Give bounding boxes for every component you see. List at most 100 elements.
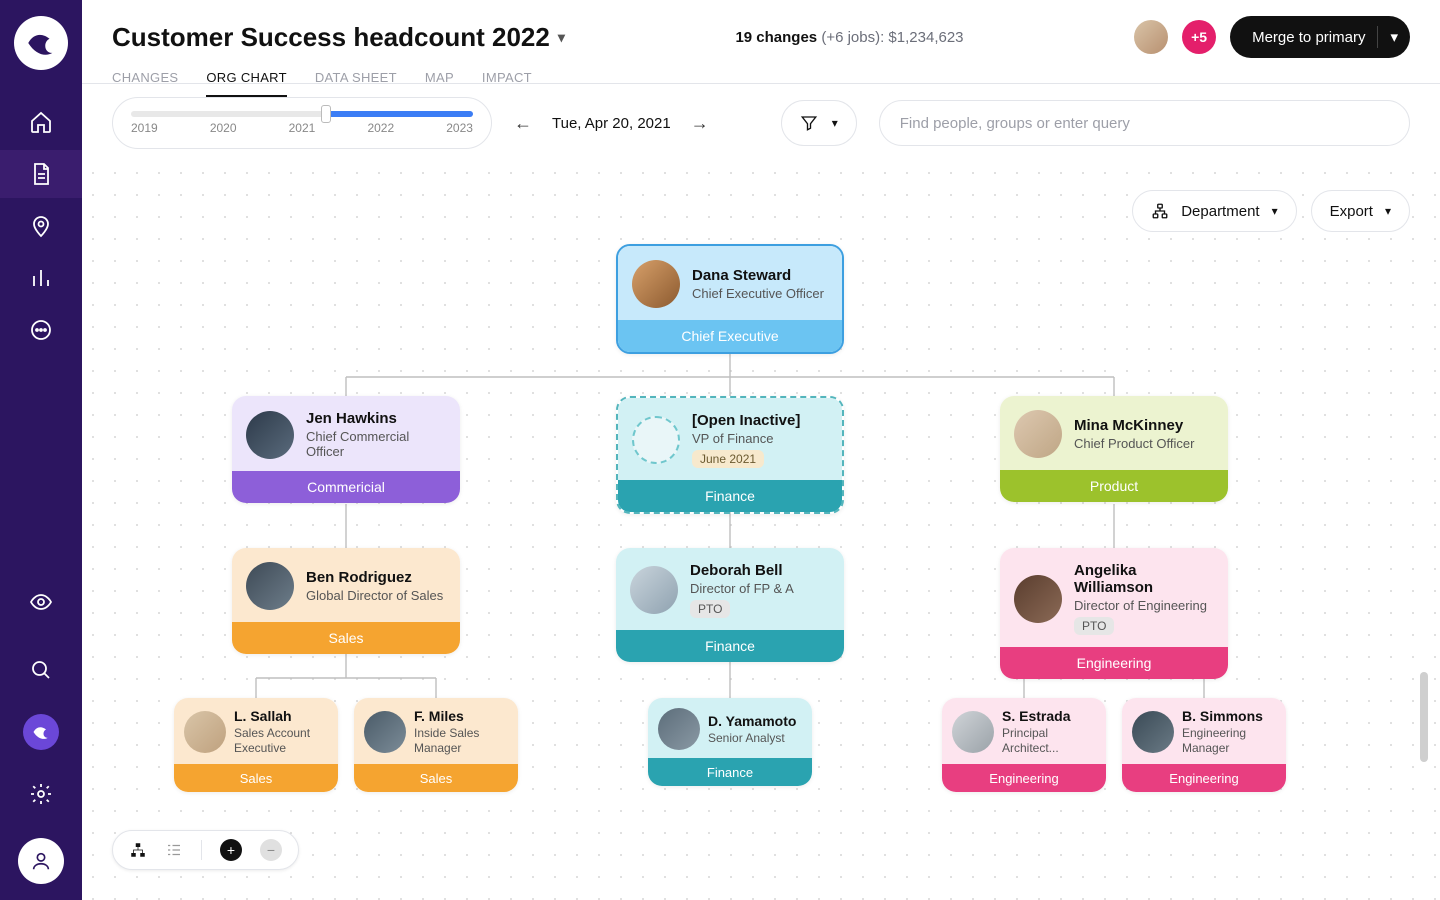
card-dir-eng[interactable]: Angelika Williamson Director of Engineer… [1000,548,1228,679]
zoom-out-button[interactable]: − [260,839,282,861]
card-cpo[interactable]: Mina McKinney Chief Product Officer Prod… [1000,396,1228,502]
nav-brand-badge[interactable] [23,714,59,750]
card-department: Engineering [942,764,1106,792]
chevron-down-icon: ▾ [1390,28,1398,46]
card-name: L. Sallah [234,708,328,724]
avatar [658,708,700,750]
avatar [364,711,406,753]
card-dir-sales[interactable]: Ben Rodriguez Global Director of Sales S… [232,548,460,654]
hierarchy-icon [1151,202,1169,220]
filter-button[interactable]: ▾ [781,100,857,146]
avatar-open [632,416,680,464]
merge-button[interactable]: Merge to primary ▾ [1230,16,1410,58]
bar-chart-icon [29,266,53,290]
tl-label: 2022 [367,121,394,135]
nav-search[interactable] [29,646,53,694]
search-icon [29,658,53,682]
card-department: Sales [354,764,518,792]
card-department: Finance [618,480,842,512]
card-department: Finance [616,630,844,662]
card-simmons[interactable]: B. Simmons Engineering Manager Engineeri… [1122,698,1286,792]
start-date-tag: June 2021 [692,450,764,468]
chevron-down-icon: ▾ [1272,204,1278,218]
funnel-icon [800,114,818,132]
card-cco[interactable]: Jen Hawkins Chief Commercial Officer Com… [232,396,460,503]
card-open-vp-finance[interactable]: [Open Inactive] VP of Finance June 2021 … [616,396,844,514]
avatar [1014,410,1062,458]
avatar [1132,711,1174,753]
timeline-slider[interactable]: 2019 2020 2021 2022 2023 [112,97,492,149]
list-view-icon[interactable] [165,841,183,859]
card-department: Sales [174,764,338,792]
card-ceo[interactable]: Dana Steward Chief Executive Officer Chi… [616,244,844,354]
zoom-in-button[interactable]: + [220,839,242,861]
eye-icon [29,590,53,614]
card-name: F. Miles [414,708,508,724]
card-role: Inside Sales Manager [414,726,508,756]
card-name: [Open Inactive] [692,412,828,429]
card-department: Engineering [1000,647,1228,679]
collaborator-avatar[interactable] [1134,20,1168,54]
card-name: Mina McKinney [1074,417,1214,434]
canvas-scrollbar[interactable] [1420,672,1428,762]
chevron-down-icon: ▾ [1385,204,1391,218]
card-estrada[interactable]: S. Estrada Principal Architect... Engine… [942,698,1106,792]
pto-tag: PTO [1074,617,1114,635]
tree-view-icon[interactable] [129,841,147,859]
card-department: Chief Executive [618,320,842,352]
nav-documents[interactable] [0,150,82,198]
nav-user-avatar[interactable] [18,838,64,884]
bird-small-icon [31,722,51,742]
card-sallah[interactable]: L. Sallah Sales Account Executive Sales [174,698,338,792]
chevron-down-icon: ▾ [832,116,838,130]
view-controls: + − [112,830,299,870]
card-department: Commericial [232,471,460,503]
pin-icon [29,214,53,238]
nav-analytics[interactable] [0,254,82,302]
collaborator-count-badge[interactable]: +5 [1182,20,1216,54]
card-role: Sales Account Executive [234,726,328,756]
nav-home[interactable] [0,98,82,146]
user-icon [30,850,52,872]
left-sidebar [0,0,82,900]
card-miles[interactable]: F. Miles Inside Sales Manager Sales [354,698,518,792]
current-date[interactable]: Tue, Apr 20, 2021 [552,115,671,132]
nav-location[interactable] [0,202,82,250]
nav-more[interactable] [0,306,82,354]
card-role: Chief Product Officer [1074,436,1214,451]
group-by-button[interactable]: Department ▾ [1132,190,1296,232]
card-dir-fpa[interactable]: Deborah Bell Director of FP & A PTO Fina… [616,548,844,662]
export-button[interactable]: Export ▾ [1311,190,1410,232]
date-prev-button[interactable]: ← [514,113,532,134]
avatar [630,566,678,614]
tl-label: 2023 [446,121,473,135]
card-name: Angelika Williamson [1074,562,1214,596]
card-role: Director of Engineering [1074,598,1214,613]
date-next-button[interactable]: → [691,113,709,134]
document-icon [29,162,53,186]
page-title[interactable]: Customer Success headcount 2022 ▾ [112,22,565,53]
toolbar: 2019 2020 2021 2022 2023 ← Tue, Apr 20, … [82,84,1440,162]
card-role: Principal Architect... [1002,726,1096,756]
logo[interactable] [14,16,68,70]
card-department: Product [1000,470,1228,502]
avatar [632,260,680,308]
avatar [1014,575,1062,623]
avatar [952,711,994,753]
nav-visibility[interactable] [29,578,53,626]
card-name: B. Simmons [1182,708,1276,724]
search-input[interactable] [879,100,1410,146]
card-name: D. Yamamoto [708,713,802,729]
card-name: Ben Rodriguez [306,569,446,586]
nav-settings[interactable] [29,770,53,818]
org-chart-canvas[interactable]: Department ▾ Export ▾ [82,162,1440,900]
bird-icon [24,26,58,60]
card-department: Finance [648,758,812,786]
card-role: Global Director of Sales [306,588,446,603]
avatar [246,411,294,459]
card-name: S. Estrada [1002,708,1096,724]
card-name: Jen Hawkins [306,410,446,427]
card-yamamoto[interactable]: D. Yamamoto Senior Analyst Finance [648,698,812,786]
card-role: Engineering Manager [1182,726,1276,756]
tl-label: 2019 [131,121,158,135]
